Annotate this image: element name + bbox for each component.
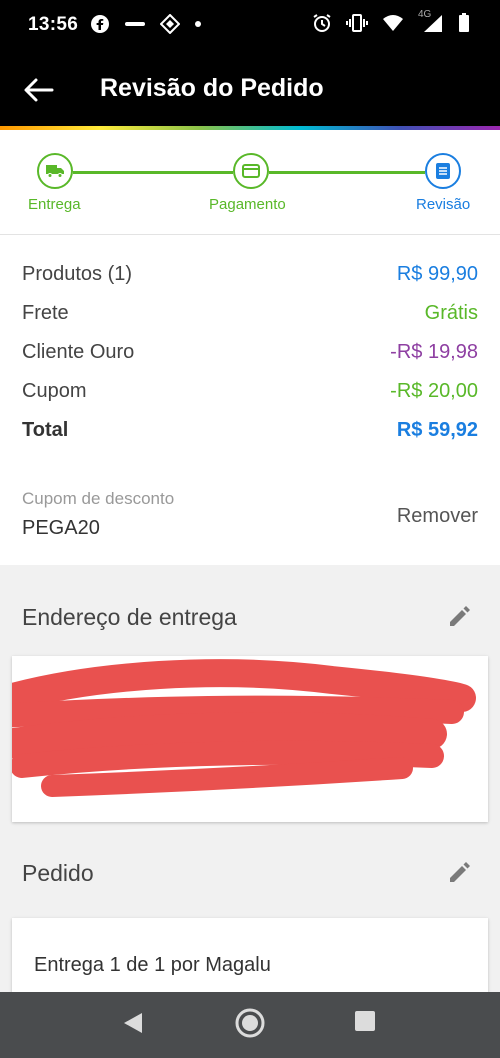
wifi-icon xyxy=(383,15,403,31)
step-revisao[interactable] xyxy=(425,153,461,189)
summary-value: -R$ 19,98 xyxy=(390,340,478,363)
total-label: Total xyxy=(22,418,69,441)
address-redaction-scribble xyxy=(12,659,476,797)
summary-row-frete: Frete Grátis xyxy=(22,298,478,328)
summary-label: Frete xyxy=(22,301,69,324)
summary-label: Produtos (1) xyxy=(22,262,133,285)
back-arrow-icon[interactable] xyxy=(22,76,54,104)
summary-row-produtos: Produtos (1) R$ 99,90 xyxy=(22,259,478,289)
step-label-entrega: Entrega xyxy=(28,196,81,213)
checkout-stepper: Entrega Pagamento Revisão xyxy=(0,130,500,234)
system-nav-bar xyxy=(0,992,500,1058)
nav-recents-icon[interactable] xyxy=(354,1010,376,1032)
total-value: R$ 59,92 xyxy=(396,418,478,441)
coupon-code: PEGA20 xyxy=(22,517,100,539)
summary-row-total: Total R$ 59,92 xyxy=(22,415,478,445)
coupon-label: Cupom de desconto xyxy=(22,489,175,508)
step-pagamento[interactable] xyxy=(233,153,269,189)
order-summary: Produtos (1) R$ 99,90 Frete Grátis Clien… xyxy=(0,234,500,466)
alarm-icon xyxy=(313,14,331,32)
signal-icon: 4G xyxy=(418,9,444,33)
order-section-title: Pedido xyxy=(22,860,94,886)
step-connector xyxy=(73,171,233,174)
nav-back-icon[interactable] xyxy=(120,1010,146,1036)
app-notification-icon xyxy=(125,22,145,26)
address-card[interactable] xyxy=(12,656,488,822)
notification-icons xyxy=(90,14,202,34)
coupon-section: Cupom de desconto PEGA20 Remover xyxy=(0,465,500,565)
nav-home-icon[interactable] xyxy=(235,1008,265,1038)
battery-icon xyxy=(459,13,469,32)
edit-address-pencil-icon[interactable] xyxy=(446,602,474,630)
truck-icon xyxy=(46,165,64,178)
address-section-title: Endereço de entrega xyxy=(22,604,237,630)
page-title: Revisão do Pedido xyxy=(100,74,324,102)
step-label-pagamento: Pagamento xyxy=(209,196,286,213)
dot-icon xyxy=(195,21,201,27)
app-bar: Revisão do Pedido xyxy=(0,52,500,126)
summary-label: Cliente Ouro xyxy=(22,340,135,363)
edit-order-pencil-icon[interactable] xyxy=(446,858,474,886)
summary-row-cliente-ouro: Cliente Ouro -R$ 19,98 xyxy=(22,337,478,367)
vibrate-icon xyxy=(346,14,368,32)
step-connector xyxy=(269,171,425,174)
summary-row-cupom: Cupom -R$ 20,00 xyxy=(22,376,478,406)
document-icon xyxy=(436,163,450,179)
status-time: 13:56 xyxy=(28,14,79,35)
summary-value: Grátis xyxy=(424,301,478,324)
step-entrega[interactable] xyxy=(37,153,73,189)
delivery-text: Entrega 1 de 1 por Magalu xyxy=(34,954,271,976)
summary-value: R$ 99,90 xyxy=(396,262,478,285)
status-bar: 13:56 4G xyxy=(0,0,500,52)
step-label-revisao: Revisão xyxy=(416,196,471,213)
summary-label: Cupom xyxy=(22,379,87,402)
facebook-icon xyxy=(91,15,109,33)
diamond-icon xyxy=(160,14,180,34)
system-icons: 4G xyxy=(312,9,470,33)
summary-value: -R$ 20,00 xyxy=(390,379,478,402)
remove-coupon-button[interactable]: Remover xyxy=(397,505,478,528)
credit-card-icon xyxy=(242,164,260,178)
